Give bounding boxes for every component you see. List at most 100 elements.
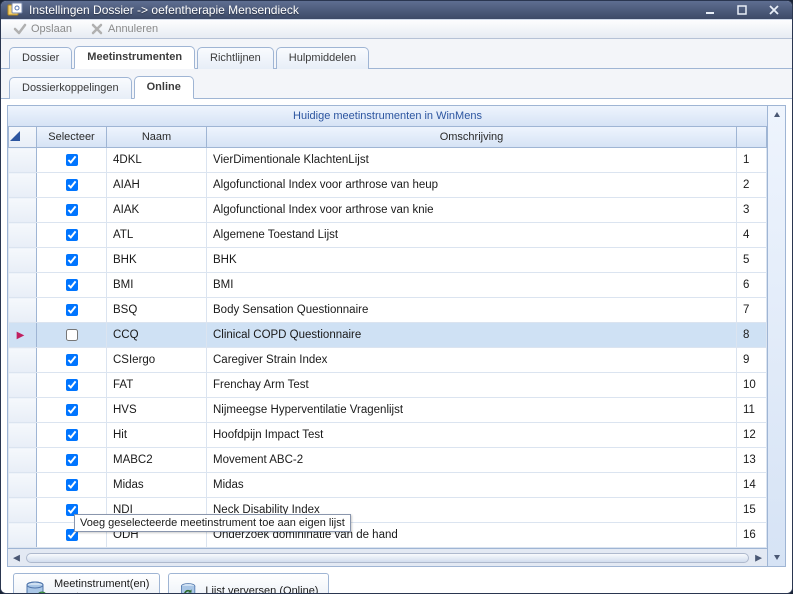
select-cell[interactable] <box>37 473 107 498</box>
name-cell: CCQ <box>107 323 207 348</box>
select-cell[interactable] <box>37 223 107 248</box>
database-add-icon <box>24 579 48 594</box>
row-indicator <box>9 398 37 423</box>
scroll-down-button[interactable] <box>768 548 785 566</box>
row-indicator <box>9 198 37 223</box>
select-cell[interactable] <box>37 298 107 323</box>
scroll-up-button[interactable] <box>768 106 785 124</box>
description-cell: Nijmeegse Hyperventilatie Vragenlijst <box>207 398 737 423</box>
select-cell[interactable] <box>37 323 107 348</box>
row-indicator <box>9 273 37 298</box>
name-cell: MABC2 <box>107 448 207 473</box>
tab-main-dossier[interactable]: Dossier <box>9 47 72 69</box>
select-checkbox[interactable] <box>66 454 78 466</box>
instruments-table: Selecteer Naam Omschrijving 4DKLVierDime… <box>8 127 767 548</box>
tab-main-meetinstrumenten[interactable]: Meetinstrumenten <box>74 46 195 69</box>
select-checkbox[interactable] <box>66 404 78 416</box>
select-checkbox[interactable] <box>66 279 78 291</box>
table-row[interactable]: MidasMidas14 <box>9 473 767 498</box>
grid-title: Huidige meetinstrumenten in WinMens <box>8 106 767 127</box>
check-icon <box>13 22 27 36</box>
index-cell: 11 <box>737 398 767 423</box>
vertical-scrollbar[interactable] <box>767 106 785 566</box>
table-row[interactable]: ATLAlgemene Toestand Lijst4 <box>9 223 767 248</box>
select-cell[interactable] <box>37 448 107 473</box>
select-checkbox[interactable] <box>66 429 78 441</box>
select-cell[interactable] <box>37 398 107 423</box>
description-cell: VierDimentionale KlachtenLijst <box>207 148 737 173</box>
table-row[interactable]: MABC2Movement ABC-213 <box>9 448 767 473</box>
description-cell: Clinical COPD Questionnaire <box>207 323 737 348</box>
table-row[interactable]: BHKBHK5 <box>9 248 767 273</box>
save-button[interactable]: Opslaan <box>9 20 76 38</box>
description-cell: BHK <box>207 248 737 273</box>
tab-sub-dossierkoppelingen[interactable]: Dossierkoppelingen <box>9 77 132 99</box>
tab-main-hulpmiddelen[interactable]: Hulpmiddelen <box>276 47 369 69</box>
column-header-name[interactable]: Naam <box>107 127 207 148</box>
column-header-select[interactable]: Selecteer <box>37 127 107 148</box>
database-refresh-icon <box>179 581 199 594</box>
select-checkbox[interactable] <box>66 154 78 166</box>
select-checkbox[interactable] <box>66 179 78 191</box>
description-cell: Hoofdpijn Impact Test <box>207 423 737 448</box>
sub-tabstrip: DossierkoppelingenOnline <box>1 69 792 99</box>
close-button[interactable] <box>762 1 786 19</box>
select-cell[interactable] <box>37 423 107 448</box>
select-cell[interactable] <box>37 173 107 198</box>
row-indicator-header[interactable] <box>9 127 37 148</box>
refresh-list-button[interactable]: Lijst verversen (Online) <box>168 573 329 594</box>
horizontal-scrollbar[interactable] <box>8 548 767 566</box>
select-cell[interactable] <box>37 198 107 223</box>
name-cell: BHK <box>107 248 207 273</box>
footer-bar: Meetinstrument(en) toevoegen Lijst verve… <box>7 567 786 594</box>
index-cell: 6 <box>737 273 767 298</box>
select-cell[interactable] <box>37 248 107 273</box>
maximize-button[interactable] <box>730 1 754 19</box>
select-checkbox[interactable] <box>66 204 78 216</box>
table-row[interactable]: FATFrenchay Arm Test10 <box>9 373 767 398</box>
select-checkbox[interactable] <box>66 254 78 266</box>
row-indicator <box>9 248 37 273</box>
scrollbar-thumb[interactable] <box>26 553 749 563</box>
select-checkbox[interactable] <box>66 379 78 391</box>
index-cell: 2 <box>737 173 767 198</box>
index-cell: 16 <box>737 523 767 548</box>
add-instruments-label: Meetinstrument(en) toevoegen <box>54 578 149 594</box>
index-cell: 4 <box>737 223 767 248</box>
column-header-index[interactable] <box>737 127 767 148</box>
row-indicator <box>9 223 37 248</box>
select-cell[interactable] <box>37 148 107 173</box>
name-cell: Midas <box>107 473 207 498</box>
select-cell[interactable] <box>37 273 107 298</box>
select-checkbox[interactable] <box>66 354 78 366</box>
select-cell[interactable] <box>37 348 107 373</box>
minimize-button[interactable] <box>698 1 722 19</box>
table-row[interactable]: AIAKAlgofunctional Index voor arthrose v… <box>9 198 767 223</box>
description-cell: Algemene Toestand Lijst <box>207 223 737 248</box>
table-row[interactable]: BMIBMI6 <box>9 273 767 298</box>
table-row[interactable]: 4DKLVierDimentionale KlachtenLijst1 <box>9 148 767 173</box>
table-row[interactable]: AIAHAlgofunctional Index voor arthrose v… <box>9 173 767 198</box>
add-instruments-button[interactable]: Meetinstrument(en) toevoegen <box>13 573 160 594</box>
row-indicator <box>9 473 37 498</box>
select-checkbox[interactable] <box>66 479 78 491</box>
select-checkbox[interactable] <box>66 329 78 341</box>
tab-sub-online[interactable]: Online <box>134 76 194 99</box>
tab-main-richtlijnen[interactable]: Richtlijnen <box>197 47 274 69</box>
table-row[interactable]: BSQBody Sensation Questionnaire7 <box>9 298 767 323</box>
table-row[interactable]: HitHoofdpijn Impact Test12 <box>9 423 767 448</box>
select-cell[interactable] <box>37 373 107 398</box>
select-checkbox[interactable] <box>66 229 78 241</box>
save-label: Opslaan <box>31 23 72 35</box>
table-row[interactable]: ▶CCQClinical COPD Questionnaire8 <box>9 323 767 348</box>
cancel-button[interactable]: Annuleren <box>86 20 162 38</box>
index-cell: 13 <box>737 448 767 473</box>
table-row[interactable]: HVSNijmeegse Hyperventilatie Vragenlijst… <box>9 398 767 423</box>
index-cell: 7 <box>737 298 767 323</box>
column-header-description[interactable]: Omschrijving <box>207 127 737 148</box>
table-row[interactable]: CSIergoCaregiver Strain Index9 <box>9 348 767 373</box>
refresh-list-label: Lijst verversen (Online) <box>205 585 318 594</box>
row-indicator <box>9 448 37 473</box>
select-checkbox[interactable] <box>66 304 78 316</box>
tooltip: Voeg geselecteerde meetinstrument toe aa… <box>74 514 351 532</box>
